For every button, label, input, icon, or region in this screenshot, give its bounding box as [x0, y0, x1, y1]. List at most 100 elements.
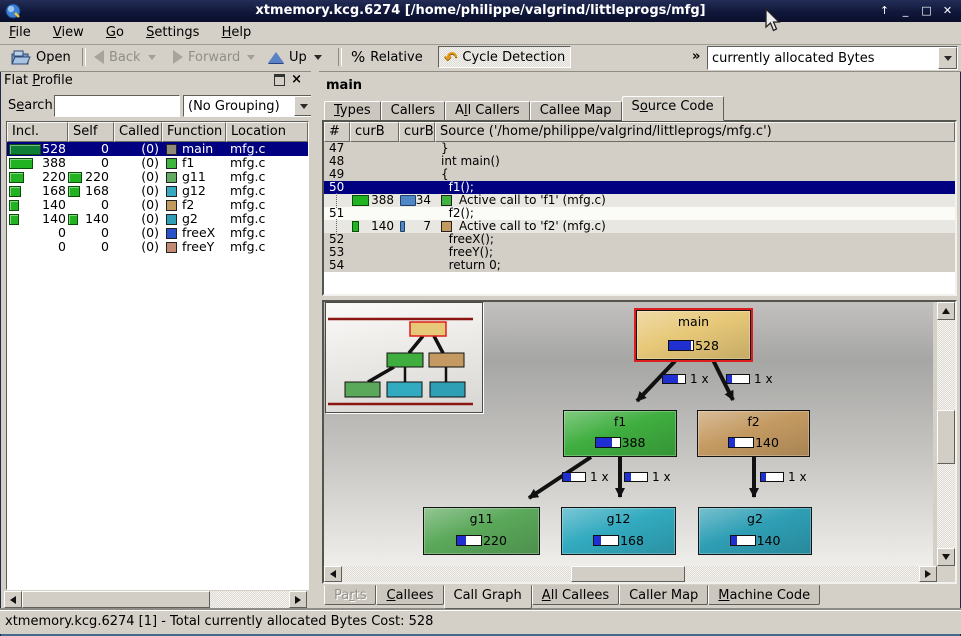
event-type-combobox[interactable]: currently allocated Bytes	[707, 46, 958, 70]
graph-node-f2[interactable]: f2 140	[697, 410, 810, 457]
flat-profile-hscrollbar[interactable]	[4, 591, 307, 608]
source-line[interactable]: 48 int main()	[324, 155, 955, 168]
column-incl[interactable]: Incl.	[7, 122, 68, 142]
source-call-row[interactable]: 388 34 Active call to 'f1' (mfg.c)	[324, 194, 955, 207]
column-line[interactable]: #	[324, 122, 350, 142]
table-row-main[interactable]: 528 0 (0) main mfg.c	[7, 142, 308, 156]
column-function[interactable]: Function	[162, 122, 226, 142]
function-color-swatch	[166, 200, 177, 211]
menu-go[interactable]: Go	[97, 22, 133, 44]
tab-call-graph[interactable]: Call Graph	[444, 585, 532, 609]
maximize-button[interactable]: □	[918, 3, 935, 19]
source-line[interactable]: 51 f2();	[324, 207, 955, 220]
call-graph-canvas[interactable]: main 528 f1 388 f2 140 g11 220 g12 168 g…	[324, 302, 933, 566]
table-row-g2[interactable]: 140 140 (0) g2 mfg.c	[7, 212, 308, 226]
table-row-g12[interactable]: 168 168 (0) g12 mfg.c	[7, 184, 308, 198]
scrollbar-thumb[interactable]	[571, 566, 685, 582]
scroll-right-icon[interactable]	[289, 591, 307, 608]
open-button[interactable]: Open	[6, 46, 76, 68]
event-type-dropdown-icon[interactable]	[938, 47, 957, 69]
scrollbar-thumb[interactable]	[22, 591, 210, 608]
source-line[interactable]: 52 freeX();	[324, 233, 955, 246]
scroll-left-icon[interactable]	[324, 566, 342, 582]
graph-node-g12[interactable]: g12 168	[561, 507, 676, 555]
cycle-detection-button[interactable]: ↶ Cycle Detection	[438, 46, 571, 68]
percent-icon: %	[351, 48, 365, 66]
close-button[interactable]: ✕	[939, 3, 956, 19]
menu-file[interactable]: File	[0, 22, 40, 44]
minimize-button[interactable]: _	[897, 3, 914, 19]
flat-profile-dock-titlebar[interactable]: Flat Profile ×	[4, 73, 308, 92]
column-called[interactable]: Called	[114, 122, 162, 142]
table-row-f2[interactable]: 140 0 (0) f2 mfg.c	[7, 198, 308, 212]
source-line[interactable]: 54 return 0;	[324, 259, 955, 272]
tab-callee-map[interactable]: Callee Map	[530, 101, 622, 121]
back-dropdown-icon[interactable]	[148, 55, 156, 60]
scrollbar-track[interactable]	[937, 464, 955, 548]
window-title: xtmemory.kcg.6274 [/home/philippe/valgri…	[0, 3, 961, 18]
tab-types[interactable]: Types	[324, 101, 381, 121]
tab-parts[interactable]: Parts	[324, 585, 376, 605]
tab-caller-map[interactable]: Caller Map	[619, 585, 708, 605]
scroll-down-icon[interactable]	[937, 548, 955, 566]
panel-splitter[interactable]	[311, 71, 319, 610]
scrollbar-track[interactable]	[210, 591, 289, 608]
function-color-swatch	[441, 221, 452, 232]
search-input[interactable]	[54, 95, 180, 117]
column-location[interactable]: Location	[226, 122, 308, 142]
menu-bar: File View Go Settings Help	[0, 22, 961, 45]
dock-close-icon[interactable]: ×	[291, 75, 302, 85]
table-row-g11[interactable]: 220 220 (0) g11 mfg.c	[7, 170, 308, 184]
graph-hscrollbar[interactable]	[324, 566, 937, 582]
table-row-freeX[interactable]: 0 0 (0) freeX mfg.c	[7, 226, 308, 240]
graph-node-main[interactable]: main 528	[636, 310, 751, 360]
graph-node-g11[interactable]: g11 220	[423, 507, 540, 555]
scrollbar-track[interactable]	[937, 320, 955, 410]
relative-button[interactable]: % Relative	[346, 46, 428, 68]
column-self[interactable]: Self	[68, 122, 114, 142]
shade-button[interactable]: ↑	[876, 3, 893, 19]
table-row-f1[interactable]: 388 0 (0) f1 mfg.c	[7, 156, 308, 170]
back-label: Back	[109, 50, 141, 65]
graph-node-f1[interactable]: f1 388	[563, 410, 677, 457]
source-header: # curB curBk Source ('/home/philippe/val…	[324, 122, 955, 142]
column-curBk[interactable]: curBk	[399, 122, 435, 142]
source-line[interactable]: 47 }	[324, 142, 955, 155]
forward-label: Forward	[188, 50, 240, 65]
column-source[interactable]: Source ('/home/philippe/valgrind/littlep…	[435, 122, 955, 142]
graph-node-g2[interactable]: g2 140	[698, 507, 812, 555]
up-button[interactable]: Up	[263, 46, 327, 68]
graph-vscrollbar[interactable]	[937, 302, 955, 566]
toolbar-overflow-button[interactable]: »	[692, 49, 700, 64]
column-curB[interactable]: curB	[350, 122, 399, 142]
tab-source-code[interactable]: Source Code	[622, 96, 724, 121]
source-line[interactable]: 49 {	[324, 168, 955, 181]
source-line[interactable]: 53 freeY();	[324, 246, 955, 259]
up-dropdown-icon[interactable]	[314, 55, 322, 60]
tab-callees[interactable]: Callees	[376, 585, 443, 605]
back-button[interactable]: Back	[89, 46, 161, 68]
grouping-combobox[interactable]: (No Grouping)	[183, 95, 314, 117]
scrollbar-track[interactable]	[342, 566, 571, 582]
scroll-up-icon[interactable]	[937, 302, 955, 320]
tab-callers[interactable]: Callers	[381, 101, 445, 121]
scroll-left-icon[interactable]	[4, 591, 22, 608]
menu-settings[interactable]: Settings	[137, 22, 208, 44]
search-row: Search: (No Grouping)	[6, 95, 306, 117]
toolbar-separator	[338, 48, 342, 66]
graph-overview-minimap[interactable]	[325, 302, 483, 413]
scroll-right-icon[interactable]	[919, 566, 937, 582]
source-call-row[interactable]: 140 7 Active call to 'f2' (mfg.c)	[324, 220, 955, 233]
tab-all-callees[interactable]: All Callees	[532, 585, 619, 605]
scrollbar-track[interactable]	[685, 566, 919, 582]
tab-machine-code[interactable]: Machine Code	[708, 585, 820, 605]
tab-all-callers[interactable]: All Callers	[445, 101, 530, 121]
forward-button[interactable]: Forward	[168, 46, 260, 68]
scrollbar-thumb[interactable]	[937, 410, 955, 464]
table-row-freeY[interactable]: 0 0 (0) freeY mfg.c	[7, 240, 308, 254]
title-bar[interactable]: xtmemory.kcg.6274 [/home/philippe/valgri…	[0, 0, 961, 22]
menu-view[interactable]: View	[44, 22, 93, 44]
forward-dropdown-icon[interactable]	[247, 55, 255, 60]
menu-help[interactable]: Help	[213, 22, 261, 44]
dock-float-icon[interactable]	[274, 74, 285, 86]
